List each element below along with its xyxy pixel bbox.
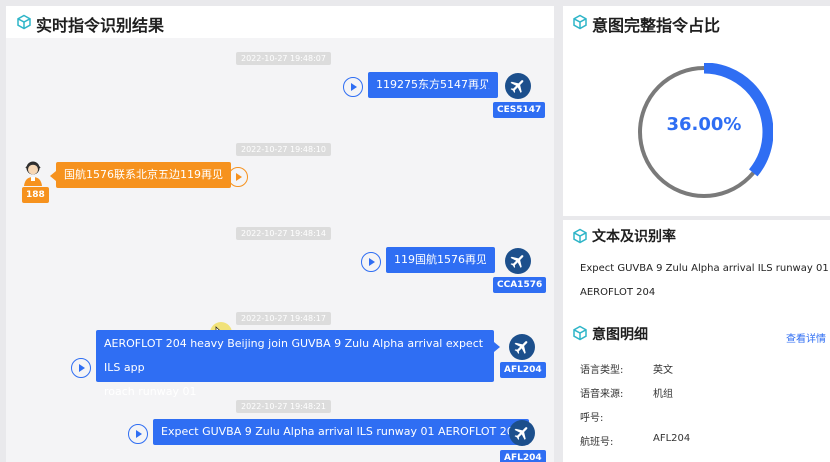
message-timestamp: 2022-10-27 19:48:10 (236, 143, 331, 156)
recognition-panel-title: 实时指令识别结果 (36, 16, 165, 35)
detail-label: 语言类型: (580, 365, 624, 376)
cube-icon (573, 14, 587, 30)
detail-value: 英文 (653, 365, 673, 376)
message-bubble: 119国航1576再见 (386, 247, 495, 273)
airplane-icon (505, 248, 531, 274)
message-timestamp: 2022-10-27 19:48:17 (236, 312, 331, 325)
bubble-tail (486, 256, 492, 266)
view-details-link[interactable]: 查看详情 (786, 330, 826, 345)
callsign-badge: CCA1576 (493, 277, 547, 293)
detail-value: 机组 (653, 389, 673, 400)
cube-icon (17, 14, 31, 30)
recognition-panel: 实时指令识别结果 2022-10-27 19:48:07 119275东方514… (6, 6, 554, 462)
message-bubble: AEROFLOT 204 heavy Beijing join GUVBA 9 … (96, 330, 494, 398)
bubble-tail (494, 342, 500, 352)
intent-ratio-title: 意图完整指令占比 (592, 16, 721, 35)
recognition-panel-header: 实时指令识别结果 (6, 6, 554, 38)
message-timestamp: 2022-10-27 19:48:21 (236, 400, 331, 413)
text-detail-panel: 文本及识别率 Expect GUVBA 9 Zulu Alpha arrival… (563, 220, 830, 462)
text-section-title: 文本及识别率 (592, 229, 676, 245)
airplane-icon (509, 420, 535, 446)
intent-ratio-value: 36.00% (666, 114, 742, 135)
bubble-tail (494, 428, 500, 438)
message-timestamp: 2022-10-27 19:48:14 (236, 227, 331, 240)
bubble-tail (486, 81, 492, 91)
message-timestamp: 2022-10-27 19:48:07 (236, 52, 331, 65)
detail-label: 呼号: (580, 413, 604, 424)
recognized-text-line: Expect GUVBA 9 Zulu Alpha arrival ILS ru… (580, 263, 829, 274)
recognized-text-line: AEROFLOT 204 (580, 287, 656, 298)
callsign-badge: AFL204 (500, 362, 546, 378)
controller-badge: 188 (22, 187, 49, 203)
detail-value: AFL204 (653, 433, 691, 444)
message-line: AEROFLOT 204 heavy Beijing join GUVBA 9 … (104, 337, 484, 374)
detail-label: 语音来源: (580, 389, 624, 400)
airplane-icon (505, 73, 531, 99)
cube-icon (573, 325, 587, 341)
message-bubble: 119275东方5147再见 (368, 72, 498, 98)
message-bubble: 国航1576联系北京五边119再见 (56, 162, 231, 188)
play-audio-button[interactable] (361, 252, 381, 272)
play-audio-button[interactable] (128, 424, 148, 444)
detail-section-title: 意图明细 (592, 327, 648, 343)
play-audio-button[interactable] (343, 77, 363, 97)
detail-label: 航班号: (580, 437, 614, 448)
airplane-icon (509, 334, 535, 360)
callsign-badge: AFL204 (500, 450, 546, 462)
message-list[interactable]: 2022-10-27 19:48:07 119275东方5147再见 CES51… (6, 38, 554, 462)
play-audio-button[interactable] (71, 358, 91, 378)
callsign-badge: CES5147 (493, 102, 546, 118)
controller-avatar (22, 159, 44, 187)
message-bubble: Expect GUVBA 9 Zulu Alpha arrival ILS ru… (153, 419, 529, 445)
intent-ratio-panel: 意图完整指令占比 36.00% (563, 6, 830, 216)
play-audio-button[interactable] (228, 167, 248, 187)
cube-icon (573, 228, 587, 244)
